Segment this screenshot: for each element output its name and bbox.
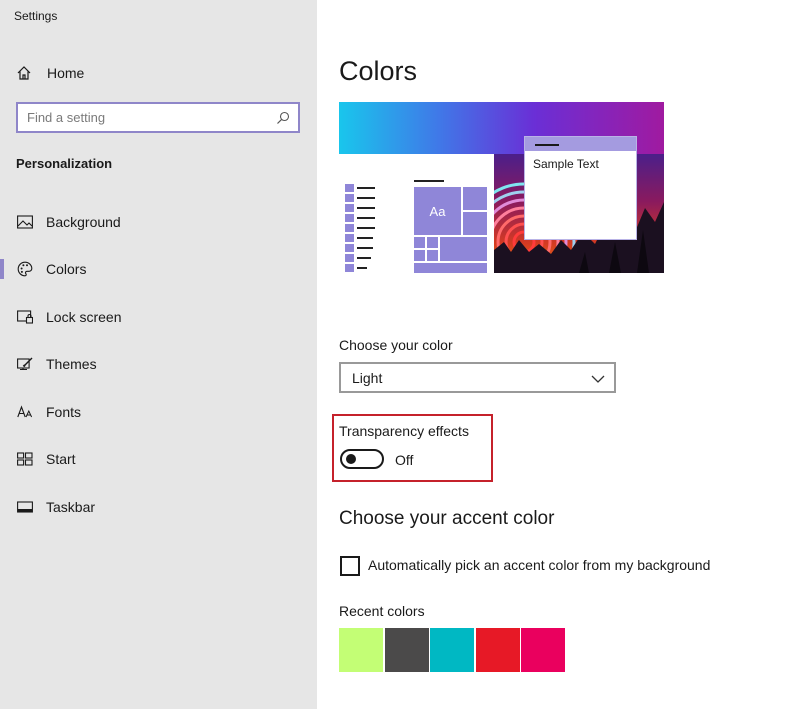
sidebar-item-background[interactable]: Background <box>0 202 317 242</box>
lock-screen-icon <box>16 308 34 326</box>
search-input[interactable] <box>27 110 275 125</box>
transparency-state: Off <box>395 452 414 468</box>
home-icon <box>16 65 32 81</box>
recent-color-swatch[interactable] <box>430 628 474 672</box>
preview-tile-aa: Aa <box>414 187 461 235</box>
sidebar-item-label: Colors <box>46 261 87 277</box>
sidebar-item-label: Fonts <box>46 404 82 420</box>
home-link[interactable]: Home <box>16 62 84 84</box>
preview-start-panel: Aa <box>339 154 494 273</box>
sidebar-item-label: Background <box>46 214 121 230</box>
preview-sample-text: Sample Text <box>533 157 599 171</box>
toggle-knob <box>346 454 356 464</box>
fonts-icon <box>16 403 34 421</box>
recent-color-swatch[interactable] <box>521 628 565 672</box>
taskbar-icon <box>16 498 34 516</box>
main-content: Colors Aa Sample Text Choose your color … <box>317 0 800 709</box>
sidebar-item-themes[interactable]: Themes <box>0 344 317 384</box>
sidebar-item-label: Lock screen <box>46 309 122 325</box>
accent-section-title: Choose your accent color <box>339 508 555 529</box>
sidebar-item-colors[interactable]: Colors <box>0 249 317 289</box>
selected-indicator <box>0 259 4 279</box>
sidebar-item-fonts[interactable]: Fonts <box>0 392 317 432</box>
sidebar: Settings Home Personalization Background… <box>0 0 317 709</box>
recent-colors-label: Recent colors <box>339 603 425 619</box>
picture-icon <box>16 213 34 231</box>
sidebar-item-label: Start <box>46 451 76 467</box>
choose-color-dropdown[interactable]: Light <box>339 362 616 393</box>
recent-color-swatch[interactable] <box>476 628 520 672</box>
auto-accent-label[interactable]: Automatically pick an accent color from … <box>368 557 710 573</box>
themes-icon <box>16 355 34 373</box>
recent-color-swatch[interactable] <box>385 628 429 672</box>
sidebar-item-start[interactable]: Start <box>0 439 317 479</box>
sidebar-item-label: Taskbar <box>46 499 96 515</box>
search-box[interactable] <box>16 102 300 133</box>
color-preview: Aa Sample Text <box>339 102 664 273</box>
choose-color-value: Light <box>352 369 383 386</box>
auto-accent-checkbox[interactable] <box>340 556 360 576</box>
transparency-toggle[interactable] <box>340 449 384 469</box>
preview-window: Sample Text <box>524 136 637 240</box>
home-label: Home <box>47 65 85 81</box>
choose-color-label: Choose your color <box>339 337 453 353</box>
recent-color-swatch[interactable] <box>339 628 383 672</box>
chevron-down-icon <box>591 370 605 386</box>
transparency-label: Transparency effects <box>339 423 469 439</box>
sidebar-item-lock-screen[interactable]: Lock screen <box>0 297 317 337</box>
section-title: Personalization <box>16 156 113 171</box>
palette-icon <box>16 260 34 278</box>
search-icon[interactable] <box>275 110 291 126</box>
start-icon <box>16 450 34 468</box>
sidebar-item-label: Themes <box>46 356 97 372</box>
page-title: Colors <box>339 56 418 86</box>
sidebar-item-taskbar[interactable]: Taskbar <box>0 487 317 527</box>
app-title: Settings <box>14 9 58 23</box>
